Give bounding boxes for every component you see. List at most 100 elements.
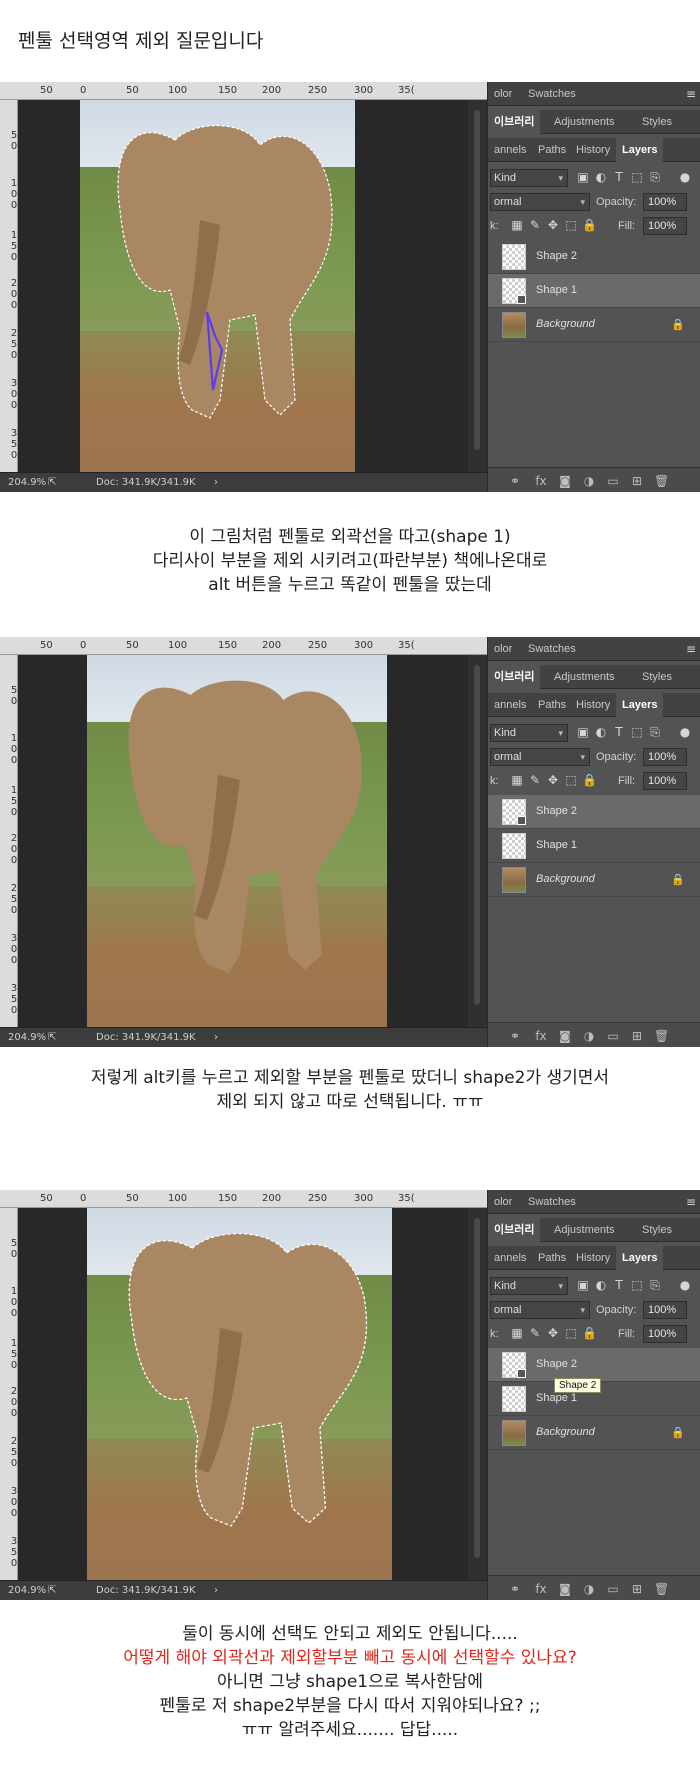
lock-move-icon[interactable]: ✥: [546, 218, 560, 232]
filter-adjustment-icon[interactable]: ◐: [594, 1278, 608, 1292]
filter-kind-select[interactable]: Kind ▾: [490, 724, 568, 742]
layer-row[interactable]: Background 🔒: [488, 1416, 700, 1450]
filter-toggle-icon[interactable]: ●: [678, 725, 692, 739]
fill-field[interactable]: 100%: [643, 1325, 687, 1343]
tab-swatches[interactable]: Swatches: [522, 82, 582, 106]
filter-kind-select[interactable]: Kind ▾: [490, 1277, 568, 1295]
tab-paths[interactable]: Paths: [532, 138, 572, 162]
panel-menu-icon[interactable]: ≡: [684, 642, 698, 656]
vertical-scrollbar[interactable]: [468, 655, 487, 1027]
add-mask-icon[interactable]: ◙: [558, 1582, 572, 1596]
delete-layer-icon[interactable]: 🗑: [654, 1582, 669, 1596]
filter-adjustment-icon[interactable]: ◐: [594, 170, 608, 184]
vertical-scrollbar[interactable]: [468, 1208, 487, 1580]
tab-channels[interactable]: annels: [488, 693, 532, 717]
filter-shape-icon[interactable]: ⬚: [630, 1278, 644, 1292]
lock-artboard-icon[interactable]: ⬚: [564, 773, 578, 787]
filter-smart-icon[interactable]: ⎘: [648, 170, 662, 184]
tab-color[interactable]: olor: [488, 1190, 518, 1214]
tab-channels[interactable]: annels: [488, 138, 532, 162]
filter-shape-icon[interactable]: ⬚: [630, 725, 644, 739]
lock-transparency-icon[interactable]: ▦: [510, 1326, 524, 1340]
blend-mode-select[interactable]: ormal ▾: [490, 748, 590, 766]
layer-row[interactable]: Shape 1: [488, 274, 700, 308]
tab-adjustments[interactable]: Adjustments: [548, 110, 621, 134]
add-mask-icon[interactable]: ◙: [558, 1029, 572, 1043]
fx-icon[interactable]: fx: [534, 474, 548, 488]
filter-pixel-icon[interactable]: ▣: [576, 725, 590, 739]
adjustment-layer-icon[interactable]: ◑: [582, 474, 596, 488]
status-arrow-icon[interactable]: ›: [214, 477, 218, 488]
filter-kind-select[interactable]: Kind ▾: [490, 169, 568, 187]
lock-paint-icon[interactable]: ✎: [528, 218, 542, 232]
lock-all-icon[interactable]: 🔒: [582, 218, 597, 232]
filter-smart-icon[interactable]: ⎘: [648, 725, 662, 739]
tab-styles[interactable]: Styles: [636, 110, 678, 134]
filter-type-icon[interactable]: T: [612, 725, 626, 739]
lock-transparency-icon[interactable]: ▦: [510, 218, 524, 232]
tab-history[interactable]: History: [570, 1246, 616, 1270]
filter-toggle-icon[interactable]: ●: [678, 170, 692, 184]
new-group-icon[interactable]: ▭: [606, 474, 620, 488]
export-icon[interactable]: ⇱: [48, 477, 56, 488]
lock-artboard-icon[interactable]: ⬚: [564, 1326, 578, 1340]
opacity-field[interactable]: 100%: [643, 748, 687, 766]
status-arrow-icon[interactable]: ›: [214, 1032, 218, 1043]
new-layer-icon[interactable]: ⊞: [630, 1582, 644, 1596]
filter-pixel-icon[interactable]: ▣: [576, 170, 590, 184]
lock-transparency-icon[interactable]: ▦: [510, 773, 524, 787]
export-icon[interactable]: ⇱: [48, 1032, 56, 1043]
opacity-field[interactable]: 100%: [643, 1301, 687, 1319]
tab-layers[interactable]: Layers: [616, 1246, 664, 1270]
new-layer-icon[interactable]: ⊞: [630, 474, 644, 488]
export-icon[interactable]: ⇱: [48, 1585, 56, 1596]
new-layer-icon[interactable]: ⊞: [630, 1029, 644, 1043]
tab-libraries[interactable]: 이브러리: [488, 1218, 541, 1242]
elephant-photo[interactable]: [87, 655, 387, 1027]
adjustment-layer-icon[interactable]: ◑: [582, 1582, 596, 1596]
elephant-photo[interactable]: [87, 1208, 392, 1580]
zoom-level[interactable]: 204.9%: [8, 1585, 46, 1596]
filter-pixel-icon[interactable]: ▣: [576, 1278, 590, 1292]
layer-row[interactable]: Shape 2: [488, 240, 700, 274]
tab-paths[interactable]: Paths: [532, 693, 572, 717]
tab-styles[interactable]: Styles: [636, 665, 678, 689]
layer-row[interactable]: Background 🔒: [488, 308, 700, 342]
lock-all-icon[interactable]: 🔒: [582, 773, 597, 787]
adjustment-layer-icon[interactable]: ◑: [582, 1029, 596, 1043]
lock-move-icon[interactable]: ✥: [546, 1326, 560, 1340]
tab-layers[interactable]: Layers: [616, 693, 664, 717]
link-layers-icon[interactable]: ⚭: [508, 474, 522, 488]
layer-row[interactable]: Background 🔒: [488, 863, 700, 897]
panel-menu-icon[interactable]: ≡: [684, 87, 698, 101]
filter-type-icon[interactable]: T: [612, 170, 626, 184]
tab-libraries[interactable]: 이브러리: [488, 665, 541, 689]
blend-mode-select[interactable]: ormal ▾: [490, 193, 590, 211]
filter-adjustment-icon[interactable]: ◐: [594, 725, 608, 739]
vertical-scrollbar[interactable]: [468, 100, 487, 472]
lock-move-icon[interactable]: ✥: [546, 773, 560, 787]
fx-icon[interactable]: fx: [534, 1582, 548, 1596]
layer-row[interactable]: Shape 2: [488, 795, 700, 829]
filter-toggle-icon[interactable]: ●: [678, 1278, 692, 1292]
link-layers-icon[interactable]: ⚭: [508, 1582, 522, 1596]
opacity-field[interactable]: 100%: [643, 193, 687, 211]
elephant-photo[interactable]: [80, 100, 355, 472]
status-arrow-icon[interactable]: ›: [214, 1585, 218, 1596]
lock-paint-icon[interactable]: ✎: [528, 773, 542, 787]
fx-icon[interactable]: fx: [534, 1029, 548, 1043]
fill-field[interactable]: 100%: [643, 217, 687, 235]
new-group-icon[interactable]: ▭: [606, 1029, 620, 1043]
tab-paths[interactable]: Paths: [532, 1246, 572, 1270]
blend-mode-select[interactable]: ormal ▾: [490, 1301, 590, 1319]
filter-smart-icon[interactable]: ⎘: [648, 1278, 662, 1292]
zoom-level[interactable]: 204.9%: [8, 1032, 46, 1043]
tab-styles[interactable]: Styles: [636, 1218, 678, 1242]
tab-libraries[interactable]: 이브러리: [488, 110, 541, 134]
layer-row[interactable]: Shape 2: [488, 1348, 700, 1382]
lock-paint-icon[interactable]: ✎: [528, 1326, 542, 1340]
tab-history[interactable]: History: [570, 693, 616, 717]
tab-channels[interactable]: annels: [488, 1246, 532, 1270]
tab-color[interactable]: olor: [488, 637, 518, 661]
tab-adjustments[interactable]: Adjustments: [548, 665, 621, 689]
